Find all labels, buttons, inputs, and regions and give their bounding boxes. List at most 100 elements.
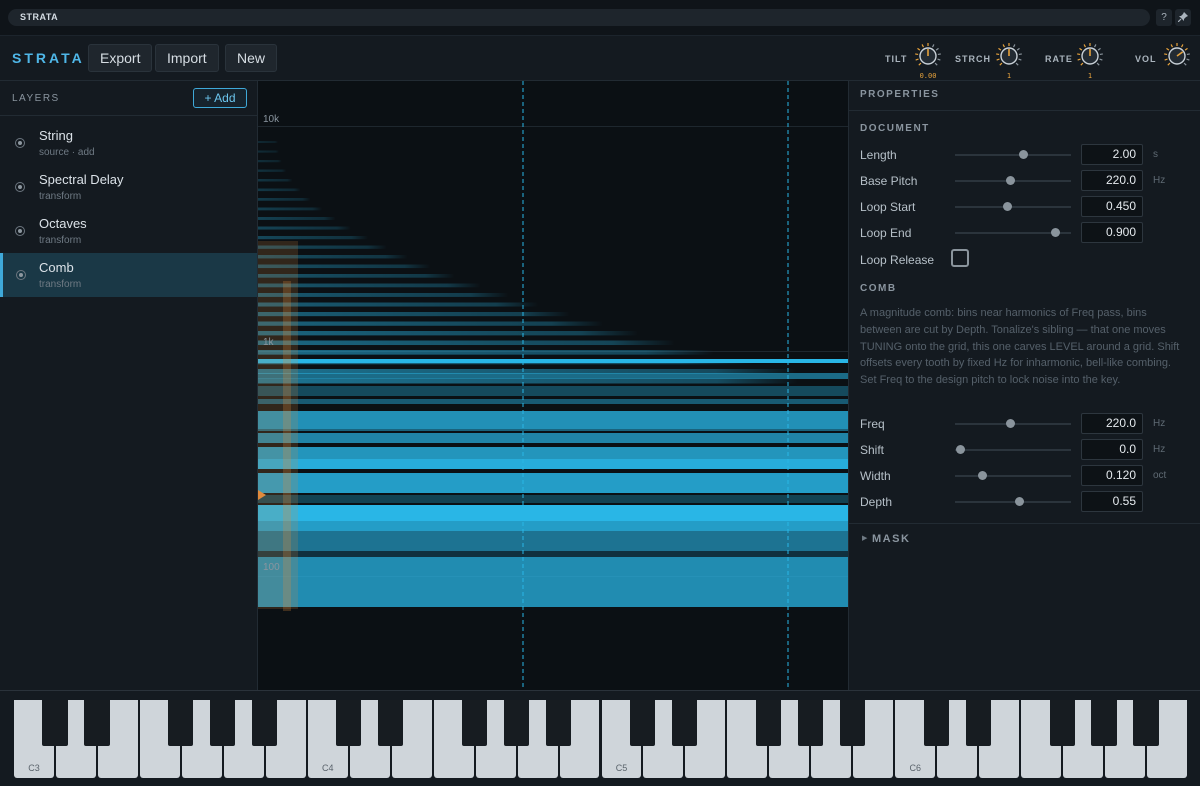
layer-item-octaves[interactable]: Octaves transform <box>0 209 257 253</box>
tilt-knob[interactable] <box>914 42 942 70</box>
spectral-band <box>258 551 848 557</box>
tilt-label: TILT <box>885 54 908 64</box>
spectrogram-canvas[interactable]: 10k 1k 100 <box>258 81 848 690</box>
harmonic-band <box>258 179 293 182</box>
shift-slider[interactable] <box>955 445 1071 454</box>
loop-release-checkbox[interactable] <box>951 249 969 267</box>
slider-thumb[interactable] <box>1050 228 1060 237</box>
slider-thumb[interactable] <box>1003 202 1013 211</box>
strch-label: STRCH <box>955 54 991 64</box>
freq-slider[interactable] <box>955 419 1071 428</box>
slider-thumb[interactable] <box>1005 419 1015 428</box>
spectral-band <box>258 557 848 607</box>
layer-enable-icon[interactable] <box>15 182 25 192</box>
layer-name: Spectral Delay <box>39 172 124 187</box>
vol-knob[interactable] <box>1163 42 1191 70</box>
loop-start-field[interactable]: 0.450 <box>1081 196 1143 217</box>
freq-field[interactable]: 220.0 <box>1081 413 1143 434</box>
slider-thumb[interactable] <box>1005 176 1015 185</box>
black-key[interactable] <box>1133 700 1159 746</box>
black-key[interactable] <box>210 700 236 746</box>
harmonic-band <box>258 302 539 307</box>
layer-item-spectral-delay[interactable]: Spectral Delay transform <box>0 165 257 209</box>
app-logo: STRATA <box>12 50 85 66</box>
black-key[interactable] <box>378 700 404 746</box>
vol-label: VOL <box>1135 54 1157 64</box>
export-button[interactable]: Export <box>88 44 153 72</box>
depth-slider[interactable] <box>955 497 1071 506</box>
width-slider[interactable] <box>955 471 1071 480</box>
add-layer-button[interactable]: + Add <box>193 88 247 108</box>
layer-enable-icon[interactable] <box>15 138 25 148</box>
black-key[interactable] <box>462 700 488 746</box>
param-unit: Hz <box>1153 175 1166 186</box>
black-key[interactable] <box>503 700 530 746</box>
length-field[interactable]: 2.00 <box>1081 144 1143 165</box>
black-key[interactable] <box>755 700 781 746</box>
param-label: Freq <box>860 417 885 431</box>
black-key[interactable] <box>839 700 865 746</box>
octave-label: C3 <box>28 763 40 773</box>
loop-end-slider[interactable] <box>955 228 1071 237</box>
layer-enable-icon[interactable] <box>16 270 26 280</box>
rate-knob[interactable] <box>1076 42 1104 70</box>
black-key[interactable] <box>545 700 572 746</box>
knob-icon <box>915 43 941 66</box>
new-button[interactable]: New <box>225 44 278 72</box>
shift-field[interactable]: 0.0 <box>1081 439 1143 460</box>
black-key[interactable] <box>1049 700 1075 746</box>
black-key[interactable] <box>965 700 991 746</box>
param-row-shift: Shift 0.0 Hz <box>849 438 1200 462</box>
length-slider[interactable] <box>955 150 1071 159</box>
loop-end-field[interactable]: 0.900 <box>1081 222 1143 243</box>
harmonic-band <box>258 331 638 336</box>
window-title-bar[interactable]: STRATA <box>8 9 1150 26</box>
harmonic-band <box>258 198 311 201</box>
slider-thumb[interactable] <box>1014 497 1024 506</box>
spectral-band <box>258 495 848 503</box>
base-pitch-field[interactable]: 220.0 <box>1081 170 1143 191</box>
black-key[interactable] <box>671 700 697 746</box>
slider-thumb[interactable] <box>1019 150 1029 159</box>
black-key[interactable] <box>1091 700 1117 746</box>
black-key[interactable] <box>42 700 68 746</box>
param-row-loop-end: Loop End 0.900 <box>849 221 1200 245</box>
rate-label: RATE <box>1045 54 1073 64</box>
pin-button[interactable] <box>1175 9 1191 26</box>
harmonic-band <box>258 207 323 211</box>
param-unit: s <box>1153 149 1158 160</box>
spectral-band <box>258 447 848 459</box>
depth-field[interactable]: 0.55 <box>1081 491 1143 512</box>
black-key[interactable] <box>797 700 823 746</box>
rate-value: 1 <box>1087 72 1093 80</box>
help-button[interactable]: ? <box>1156 9 1172 26</box>
spectral-band <box>258 459 848 469</box>
mask-section-toggle[interactable]: ▶ MASK <box>849 523 1200 553</box>
spectral-band <box>258 373 848 379</box>
layer-item-comb[interactable]: Comb transform <box>0 253 257 297</box>
param-label: Loop Release <box>860 253 935 267</box>
properties-divider <box>849 110 1200 111</box>
layer-type: transform <box>39 191 82 202</box>
width-field[interactable]: 0.120 <box>1081 465 1143 486</box>
black-key[interactable] <box>252 700 278 746</box>
loop-start-slider[interactable] <box>955 202 1071 211</box>
black-key[interactable] <box>629 700 656 746</box>
slider-thumb[interactable] <box>977 471 987 480</box>
import-button[interactable]: Import <box>155 44 219 72</box>
layers-panel: LAYERS + Add String source · add Spectra… <box>0 81 258 690</box>
comb-description: A magnitude comb: bins near harmonics of… <box>860 307 1180 387</box>
layer-enable-icon[interactable] <box>15 226 25 236</box>
black-key[interactable] <box>168 700 194 746</box>
strch-knob[interactable] <box>995 42 1023 70</box>
spectral-band <box>258 473 848 493</box>
black-key[interactable] <box>336 700 362 746</box>
base-pitch-slider[interactable] <box>955 176 1071 185</box>
black-key[interactable] <box>84 700 110 746</box>
black-key[interactable] <box>923 700 949 746</box>
harmonic-band <box>258 378 798 384</box>
spectral-band <box>258 531 848 551</box>
freq-label-10k: 10k <box>263 114 280 125</box>
slider-thumb[interactable] <box>955 445 965 454</box>
layer-item-string[interactable]: String source · add <box>0 121 257 165</box>
